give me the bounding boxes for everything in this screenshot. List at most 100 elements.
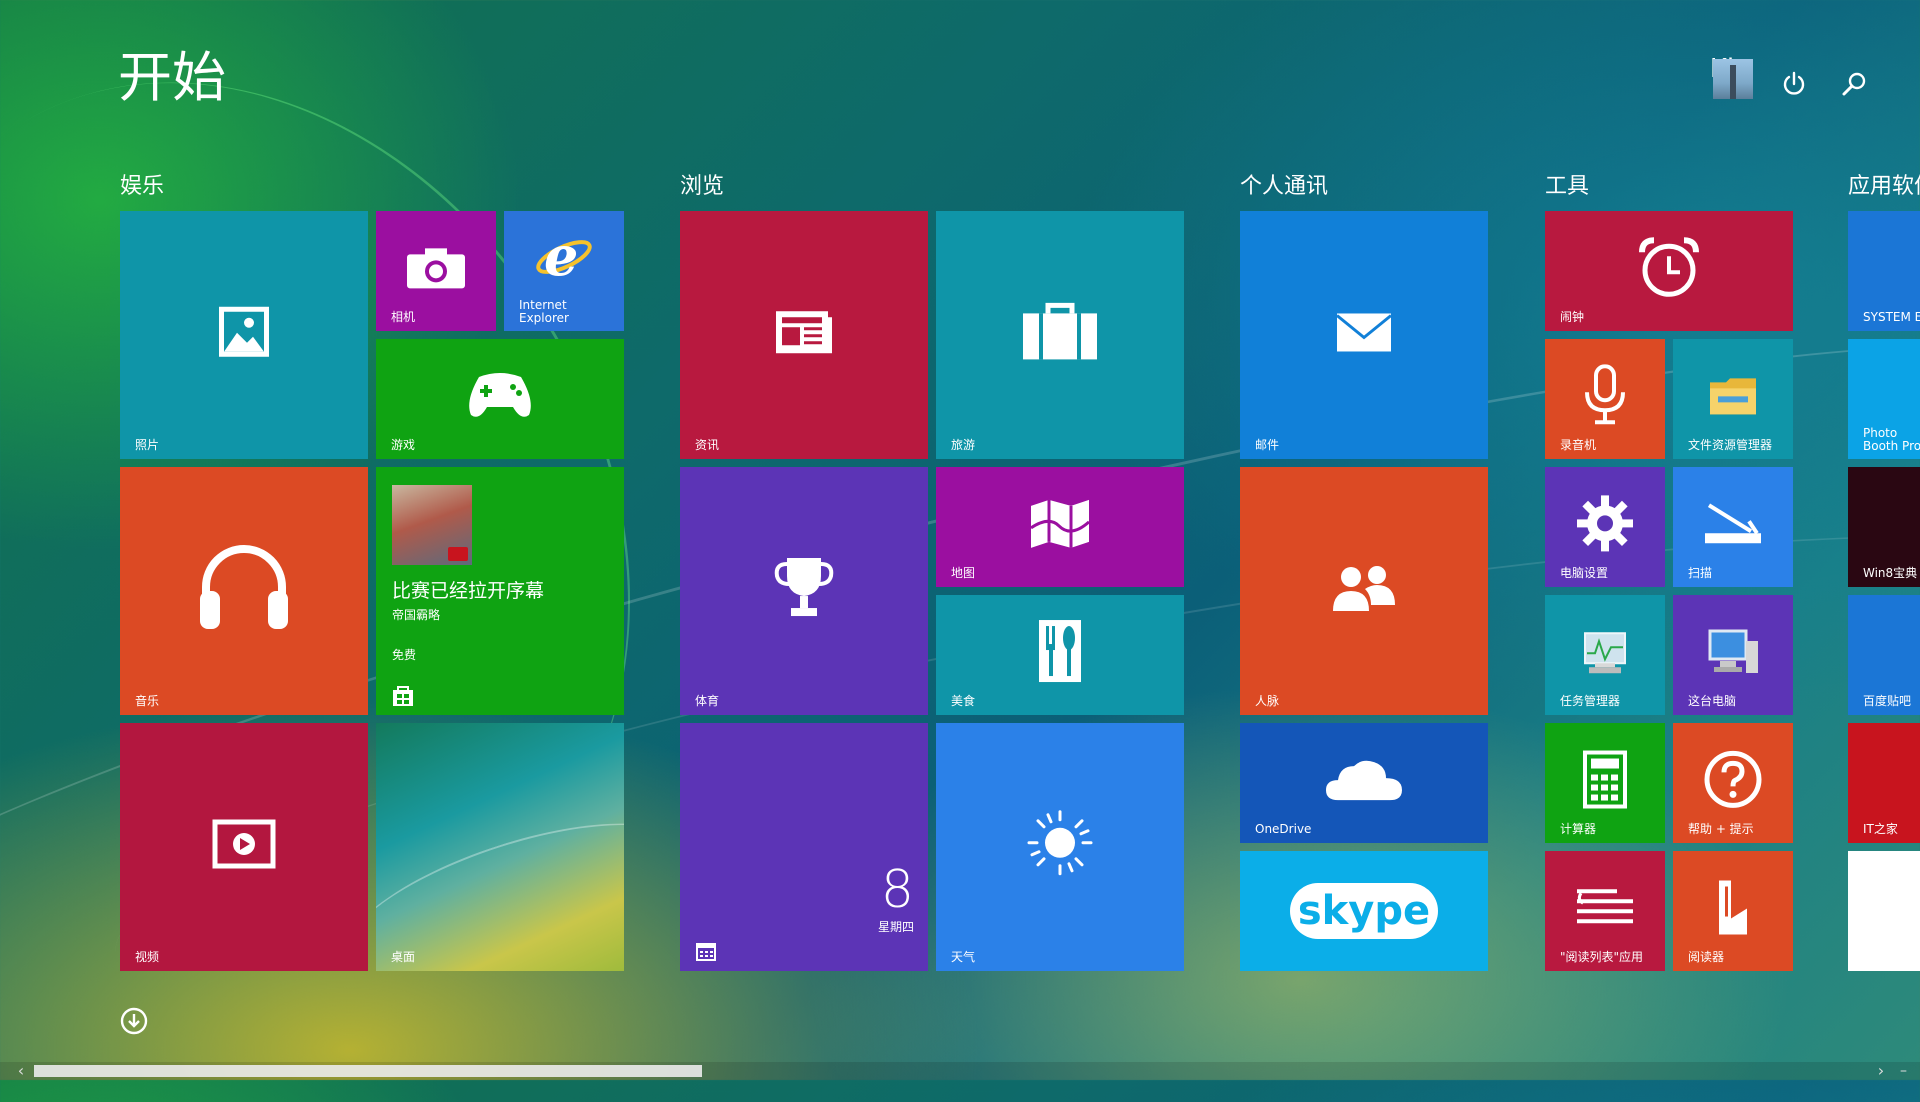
tile-label: IT之家 (1863, 822, 1898, 836)
tile-label: "阅读列表"应用 (1560, 950, 1644, 964)
camera-icon (407, 248, 465, 289)
tile-photos[interactable]: 照片 (120, 211, 368, 459)
skype-logo-text: skype (1297, 888, 1431, 934)
tile-label: 电脑设置 (1560, 566, 1609, 580)
people-icon (1333, 566, 1395, 611)
horizontal-scrollbar[interactable]: ‹ › – (0, 1062, 1920, 1080)
tile-label: 相机 (391, 310, 416, 324)
suitcase-icon (1023, 302, 1097, 360)
calendar-icon (696, 943, 716, 961)
scroll-left-icon[interactable]: ‹ (10, 1062, 32, 1080)
zoom-out-icon[interactable]: – (1900, 1062, 1916, 1080)
tile-reading-list[interactable]: "阅读列表"应用 (1545, 851, 1665, 971)
calculator-icon (1583, 750, 1627, 809)
tile-ithome[interactable]: IT之家 (1848, 723, 1920, 843)
tile-label: 天气 (951, 950, 976, 964)
tile-label: 视频 (135, 950, 160, 964)
store-price: 免费 (392, 648, 417, 662)
alarm-clock-icon (1639, 237, 1699, 297)
power-icon[interactable] (1778, 68, 1810, 100)
utensils-icon (1039, 620, 1081, 683)
tile-label: 计算器 (1560, 822, 1597, 836)
group-label-tools[interactable]: 工具 (1545, 172, 1589, 202)
tile-food[interactable]: 美食 (936, 595, 1184, 715)
internet-explorer-icon: e (536, 229, 592, 285)
tile-weather[interactable]: 天气 (936, 723, 1184, 971)
tile-task-manager[interactable]: 任务管理器 (1545, 595, 1665, 715)
tile-this-pc[interactable]: 这台电脑 (1673, 595, 1793, 715)
tile-label: 桌面 (391, 950, 416, 964)
tile-system-e[interactable]: SYSTEM E (1848, 211, 1920, 331)
microphone-icon (1585, 364, 1625, 425)
tile-photo-booth[interactable]: Photo Booth Pro (1848, 339, 1920, 459)
tile-label: 地图 (951, 566, 976, 580)
tile-baidu-tieba[interactable]: 百度贴吧 (1848, 595, 1920, 715)
tile-label: 百度贴吧 (1863, 694, 1912, 708)
calendar-day: 8 (880, 860, 914, 920)
tile-maps[interactable]: 地图 (936, 467, 1184, 587)
tile-sports[interactable]: 体育 (680, 467, 928, 715)
tile-music[interactable]: 音乐 (120, 467, 368, 715)
tile-reader[interactable]: 阅读器 (1673, 851, 1793, 971)
group-label-personal[interactable]: 个人通讯 (1240, 172, 1328, 202)
video-icon (212, 819, 276, 869)
tile-label: Win8宝典 (1863, 566, 1918, 580)
scroll-thumb[interactable] (34, 1065, 702, 1077)
cloud-icon (1326, 760, 1402, 801)
tile-label: 录音机 (1560, 438, 1597, 452)
group-label-entertainment[interactable]: 娱乐 (120, 172, 164, 202)
avatar[interactable] (1713, 59, 1753, 99)
tile-people[interactable]: 人脉 (1240, 467, 1488, 715)
map-icon (1030, 499, 1090, 548)
tile-skype[interactable]: skype (1240, 851, 1488, 971)
task-manager-icon (1584, 632, 1626, 674)
tile-internet-explorer[interactable]: e Internet Explorer (504, 211, 624, 331)
svg-text:e: e (544, 229, 578, 285)
scanner-icon (1705, 503, 1761, 544)
group-label-apps[interactable]: 应用软件 (1848, 172, 1920, 202)
mail-icon (1336, 313, 1392, 352)
tile-alarm[interactable]: 闹钟 (1545, 211, 1793, 331)
tile-help-tips[interactable]: 帮助 + 提示 (1673, 723, 1793, 843)
tile-calendar[interactable]: 8 星期四 (680, 723, 928, 971)
sun-icon (1027, 810, 1093, 876)
photo-icon (219, 306, 269, 357)
tile-camera[interactable]: 相机 (376, 211, 496, 331)
tile-calculator[interactable]: 计算器 (1545, 723, 1665, 843)
tile-label: 音乐 (135, 694, 160, 708)
scroll-right-icon[interactable]: › (1870, 1062, 1892, 1080)
tile-label: 邮件 (1255, 438, 1280, 452)
tile-label: 照片 (135, 438, 160, 452)
tile-store[interactable]: 比赛已经拉开序幕 帝国霸略 免费 (376, 467, 624, 715)
tile-news[interactable]: 资讯 (680, 211, 928, 459)
group-label-browse[interactable]: 浏览 (680, 172, 724, 202)
tile-file-explorer[interactable]: 文件资源管理器 (1673, 339, 1793, 459)
tile-mail[interactable]: 邮件 (1240, 211, 1488, 459)
all-apps-arrow-icon[interactable] (120, 1007, 148, 1035)
search-icon[interactable] (1838, 68, 1870, 100)
store-headline: 比赛已经拉开序幕 (392, 580, 545, 602)
tile-label: 这台电脑 (1688, 694, 1737, 708)
tile-label: OneDrive (1255, 822, 1312, 836)
tile-label: SYSTEM E (1863, 310, 1920, 324)
tile-label: 任务管理器 (1560, 694, 1621, 708)
tile-games[interactable]: 游戏 (376, 339, 624, 459)
tile-blank[interactable] (1848, 851, 1920, 971)
tile-travel[interactable]: 旅游 (936, 211, 1184, 459)
tile-desktop[interactable]: 桌面 (376, 723, 624, 971)
headphones-icon (200, 545, 288, 629)
tile-pc-settings[interactable]: 电脑设置 (1545, 467, 1665, 587)
tile-scan[interactable]: 扫描 (1673, 467, 1793, 587)
reading-list-icon (1577, 889, 1633, 924)
tile-label: 旅游 (951, 438, 976, 452)
tile-video[interactable]: 视频 (120, 723, 368, 971)
computer-icon (1708, 629, 1758, 673)
tile-label: 阅读器 (1688, 950, 1725, 964)
folder-icon (1710, 378, 1756, 415)
tile-onedrive[interactable]: OneDrive (1240, 723, 1488, 843)
store-icon (393, 686, 413, 706)
tile-label: Photo Booth Pro (1863, 426, 1920, 453)
tile-voice-recorder[interactable]: 录音机 (1545, 339, 1665, 459)
tile-win8-guide[interactable]: Win8宝典 (1848, 467, 1920, 587)
tile-label: 体育 (695, 694, 720, 708)
